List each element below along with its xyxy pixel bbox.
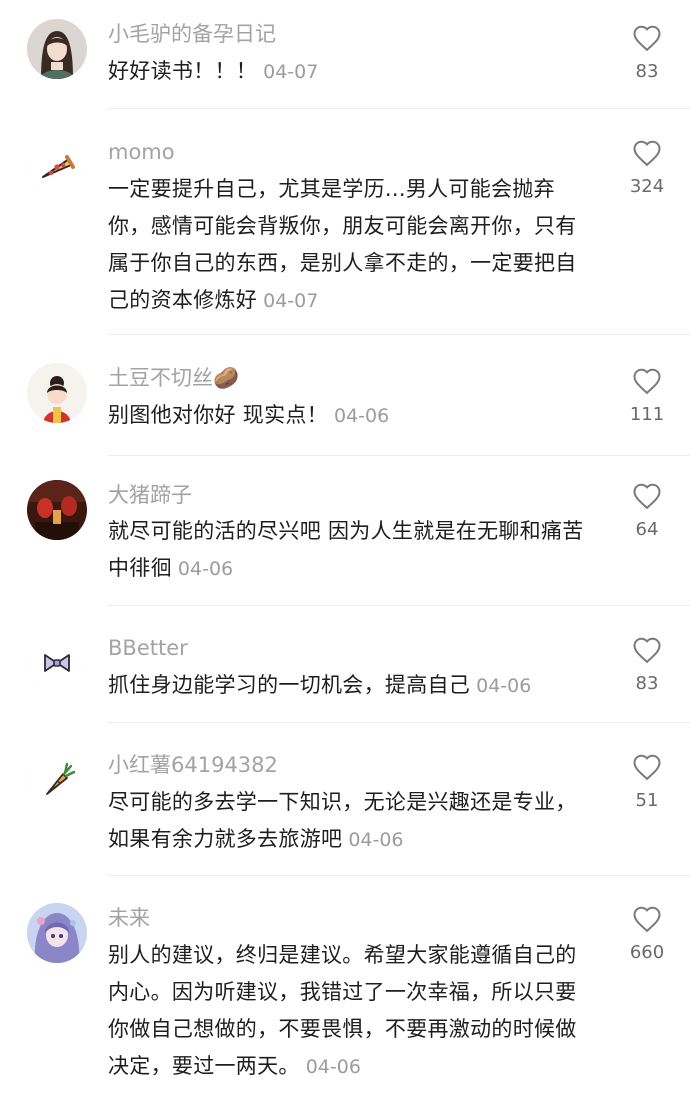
heart-icon [633, 140, 661, 167]
like-button[interactable]: 660 [618, 905, 676, 963]
heart-icon [633, 483, 661, 510]
girl-portrait-avatar[interactable] [27, 19, 87, 79]
like-button[interactable]: 51 [618, 753, 676, 811]
divider [108, 875, 690, 876]
like-count: 324 [629, 176, 665, 197]
comment-text: 就尽可能的活的尽兴吧 因为人生就是在无聊和痛苦中徘徊 04-06 [108, 513, 593, 588]
comment-text: 别图他对你好 现实点！ 04-06 [108, 397, 593, 435]
divider [108, 108, 690, 109]
comment-date: 04-06 [305, 1056, 361, 1078]
heart-icon [633, 25, 661, 52]
comment-text: 抓住身边能学习的一切机会，提高自己 04-06 [108, 667, 593, 705]
comment-date: 04-07 [263, 61, 319, 83]
like-button[interactable]: 64 [618, 482, 676, 540]
comment-date: 04-06 [177, 558, 234, 580]
like-count: 83 [635, 673, 659, 694]
like-count: 83 [635, 61, 659, 82]
comment-text: 一定要提升自己，尤其是学历...男人可能会抛弃你，感情可能会背叛你，朋友可能会离… [108, 171, 593, 320]
comment-date: 04-06 [348, 829, 404, 851]
red-lantern-photo-avatar[interactable] [27, 480, 87, 540]
cartoon-girl-avatar[interactable] [27, 363, 87, 423]
comment-date: 04-07 [263, 290, 319, 312]
comment-username[interactable]: BBetter [108, 634, 188, 662]
comment-body: 一定要提升自己，尤其是学历...男人可能会抛弃你，感情可能会背叛你，朋友可能会离… [108, 177, 577, 312]
divider [108, 455, 690, 456]
comment-body: 尽可能的多去学一下知识，无论是兴趣还是专业，如果有余力就多去旅游吧 [108, 790, 577, 851]
comment-username[interactable]: 小红薯64194382 [108, 751, 278, 779]
comment-text: 好好读书！！！ 04-07 [108, 53, 593, 91]
comment-text: 别人的建议，终归是建议。希望大家能遵循自己的内心。因为听建议，我错过了一次幸福，… [108, 937, 593, 1086]
pizza-slice-icon[interactable] [27, 137, 87, 197]
like-button[interactable]: 111 [618, 367, 676, 425]
heart-icon [633, 906, 661, 933]
like-button[interactable]: 324 [618, 139, 676, 197]
comment-username[interactable]: 土豆不切丝🥔 [108, 364, 239, 392]
comment-username[interactable]: momo [108, 138, 175, 166]
comment-date: 04-06 [476, 675, 532, 697]
comment-body: 抓住身边能学习的一切机会，提高自己 [108, 673, 471, 697]
anime-girl-avatar[interactable] [27, 903, 87, 963]
heart-icon [633, 637, 661, 664]
comment-text: 尽可能的多去学一下知识，无论是兴趣还是专业，如果有余力就多去旅游吧 04-06 [108, 784, 593, 859]
comment-username[interactable]: 未来 [108, 904, 150, 932]
like-count: 51 [635, 790, 659, 811]
heart-icon [633, 754, 661, 781]
divider [108, 605, 690, 606]
like-count: 64 [635, 519, 659, 540]
like-count: 111 [629, 404, 665, 425]
like-button[interactable]: 83 [618, 636, 676, 694]
comment-username[interactable]: 大猪蹄子 [108, 481, 192, 509]
bow-icon[interactable] [27, 633, 87, 693]
divider [108, 722, 690, 723]
like-button[interactable]: 83 [618, 24, 676, 82]
comment-username[interactable]: 小毛驴的备孕日记 [108, 20, 276, 48]
heart-icon [633, 368, 661, 395]
comment-date: 04-06 [333, 405, 390, 427]
like-count: 660 [629, 942, 665, 963]
divider [108, 334, 690, 335]
carrot-icon[interactable] [27, 750, 87, 810]
comment-body: 好好读书！！！ [108, 59, 258, 83]
comment-body: 别图他对你好 现实点！ [108, 403, 328, 427]
